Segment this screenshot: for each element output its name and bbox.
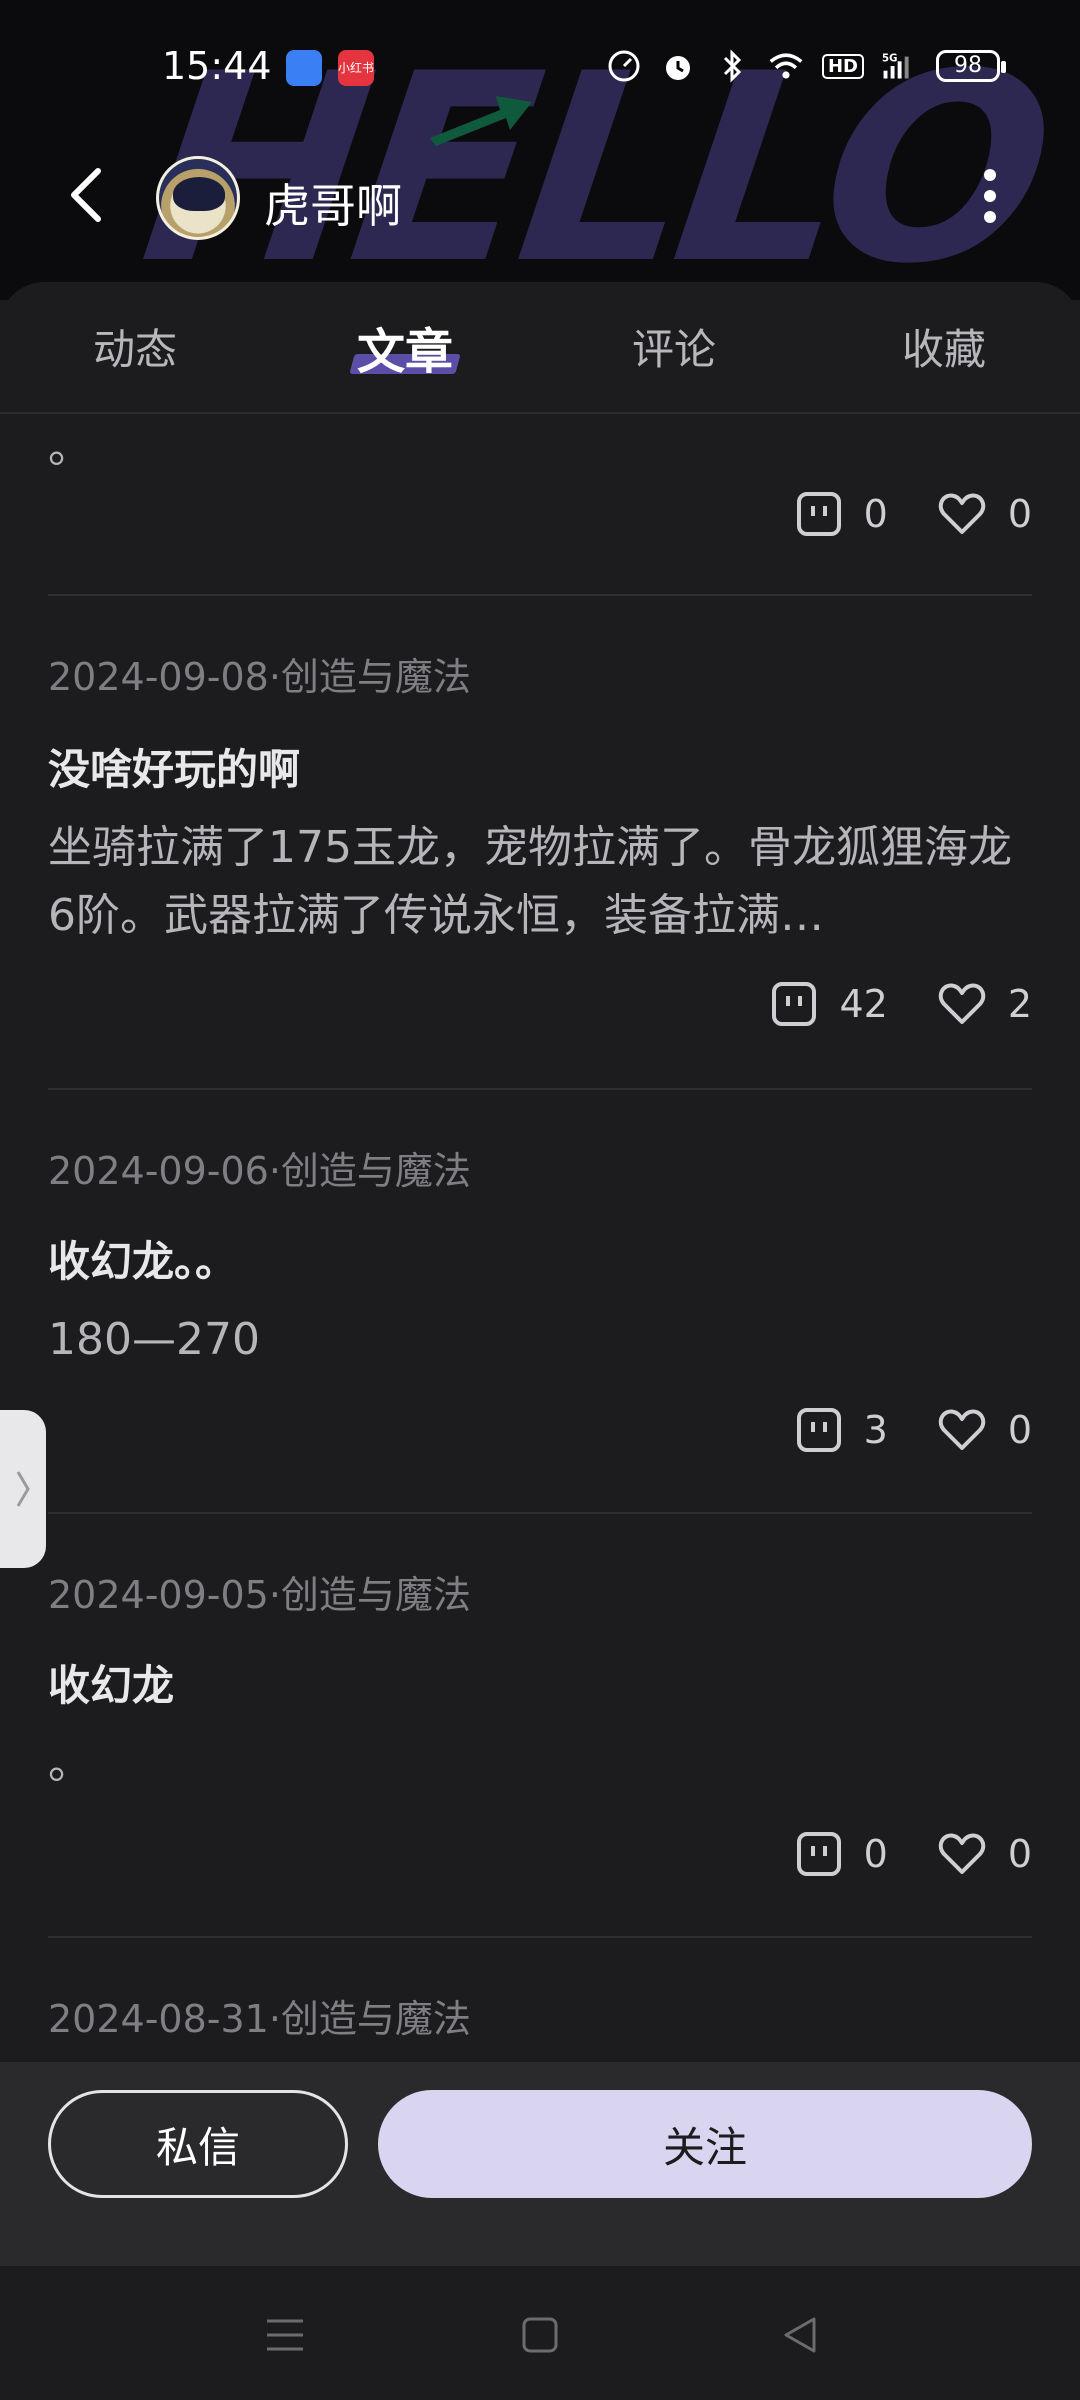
article-body[interactable]: 。 — [48, 414, 1032, 482]
article-meta: 2024-09-08·创造与魔法 — [48, 655, 471, 699]
system-navigation-bar — [0, 2266, 1080, 2400]
menu-nav-button[interactable] — [260, 2310, 310, 2360]
status-bar: 15:44 小红书 HD 5G 98 — [0, 0, 1080, 140]
article-meta: 2024-08-31·创造与魔法 — [48, 1997, 471, 2041]
wifi-icon — [768, 48, 804, 84]
tab-bar: 动态 文章 评论 收藏 — [0, 282, 1080, 414]
signal-icon: 5G — [882, 48, 918, 84]
menu-icon — [267, 2319, 303, 2351]
article-body[interactable]: 坐骑拉满了175玉龙，宠物拉满了。骨龙狐狸海龙6阶。武器拉满了传说永恒，装备拉满… — [48, 814, 1032, 950]
article-meta: 2024-09-06·创造与魔法 — [48, 1149, 471, 1193]
back-nav-button[interactable] — [775, 2310, 825, 2360]
more-dot-icon — [984, 169, 996, 181]
side-drawer-handle[interactable] — [0, 1410, 46, 1568]
heart-icon — [938, 1833, 986, 1874]
content-panel: 动态 文章 评论 收藏 。 0 0 2024-09-08·创造与魔法 没啥好玩的… — [0, 282, 1080, 2062]
avatar[interactable] — [156, 156, 240, 240]
heart-icon — [938, 493, 986, 534]
user-name[interactable]: 虎哥啊 — [264, 170, 402, 236]
like-count[interactable]: 2 — [938, 982, 1032, 1026]
divider — [48, 1936, 1032, 1938]
comment-icon — [796, 1408, 841, 1452]
comment-count[interactable]: 0 — [796, 1831, 888, 1877]
comment-count[interactable]: 42 — [771, 981, 888, 1027]
status-icons: HD 5G 98 — [606, 48, 1006, 84]
more-dot-icon — [984, 211, 996, 223]
xiaohongshu-notification-icon: 小红书 — [338, 50, 374, 86]
article-title[interactable]: 没啥好玩的啊 — [48, 736, 300, 797]
like-count[interactable]: 0 — [938, 492, 1032, 536]
article-meta: 2024-09-05·创造与魔法 — [48, 1573, 471, 1617]
article-title[interactable]: 收幻龙 — [48, 1652, 174, 1713]
triangle-back-icon — [784, 2317, 816, 2353]
status-time: 15:44 — [162, 44, 272, 88]
article-body[interactable]: 。 — [48, 1730, 1032, 1798]
article-stats: 0 0 — [796, 484, 1032, 544]
article-body[interactable]: 180—270 — [48, 1306, 1032, 1374]
hd-indicator: HD — [821, 53, 864, 79]
divider — [48, 594, 1032, 596]
article-title[interactable]: 收幻龙。。 — [48, 1228, 237, 1289]
more-options-button[interactable] — [970, 160, 1010, 232]
home-nav-button[interactable] — [515, 2310, 565, 2360]
direct-message-button[interactable]: 私信 — [48, 2090, 348, 2198]
comment-count[interactable]: 0 — [796, 491, 888, 537]
article-list[interactable]: 。 0 0 2024-09-08·创造与魔法 没啥好玩的啊 坐骑拉满了175玉龙… — [0, 414, 1080, 2062]
app-notification-icon — [286, 50, 322, 86]
alarm-icon — [660, 48, 696, 84]
heart-icon — [938, 983, 986, 1024]
home-square-icon — [522, 2317, 558, 2353]
follow-button[interactable]: 关注 — [378, 2090, 1032, 2198]
speedometer-icon — [606, 48, 642, 84]
comment-icon — [772, 982, 817, 1026]
chevron-right-icon — [16, 1471, 30, 1507]
tab-favorites[interactable]: 收藏 — [844, 316, 1044, 386]
bottom-action-bar: 私信 关注 — [0, 2062, 1080, 2266]
tab-dynamics[interactable]: 动态 — [35, 316, 235, 386]
like-count[interactable]: 0 — [938, 1832, 1032, 1876]
back-button[interactable] — [56, 160, 116, 230]
comment-count[interactable]: 3 — [796, 1407, 888, 1453]
heart-icon — [938, 1409, 986, 1450]
tab-articles[interactable]: 文章 — [305, 312, 505, 382]
bluetooth-icon — [714, 48, 750, 84]
divider — [48, 1512, 1032, 1514]
tab-comments[interactable]: 评论 — [574, 316, 774, 386]
chevron-left-icon — [71, 168, 101, 222]
article-stats: 3 0 — [796, 1400, 1032, 1460]
comment-icon — [796, 492, 841, 536]
article-stats: 0 0 — [796, 1824, 1032, 1884]
battery-indicator: 98 — [936, 50, 1006, 82]
more-dot-icon — [984, 190, 996, 202]
article-stats: 42 2 — [771, 974, 1032, 1034]
divider — [48, 1088, 1032, 1090]
like-count[interactable]: 0 — [938, 1408, 1032, 1452]
svg-text:5G: 5G — [882, 53, 897, 64]
comment-icon — [796, 1832, 841, 1876]
